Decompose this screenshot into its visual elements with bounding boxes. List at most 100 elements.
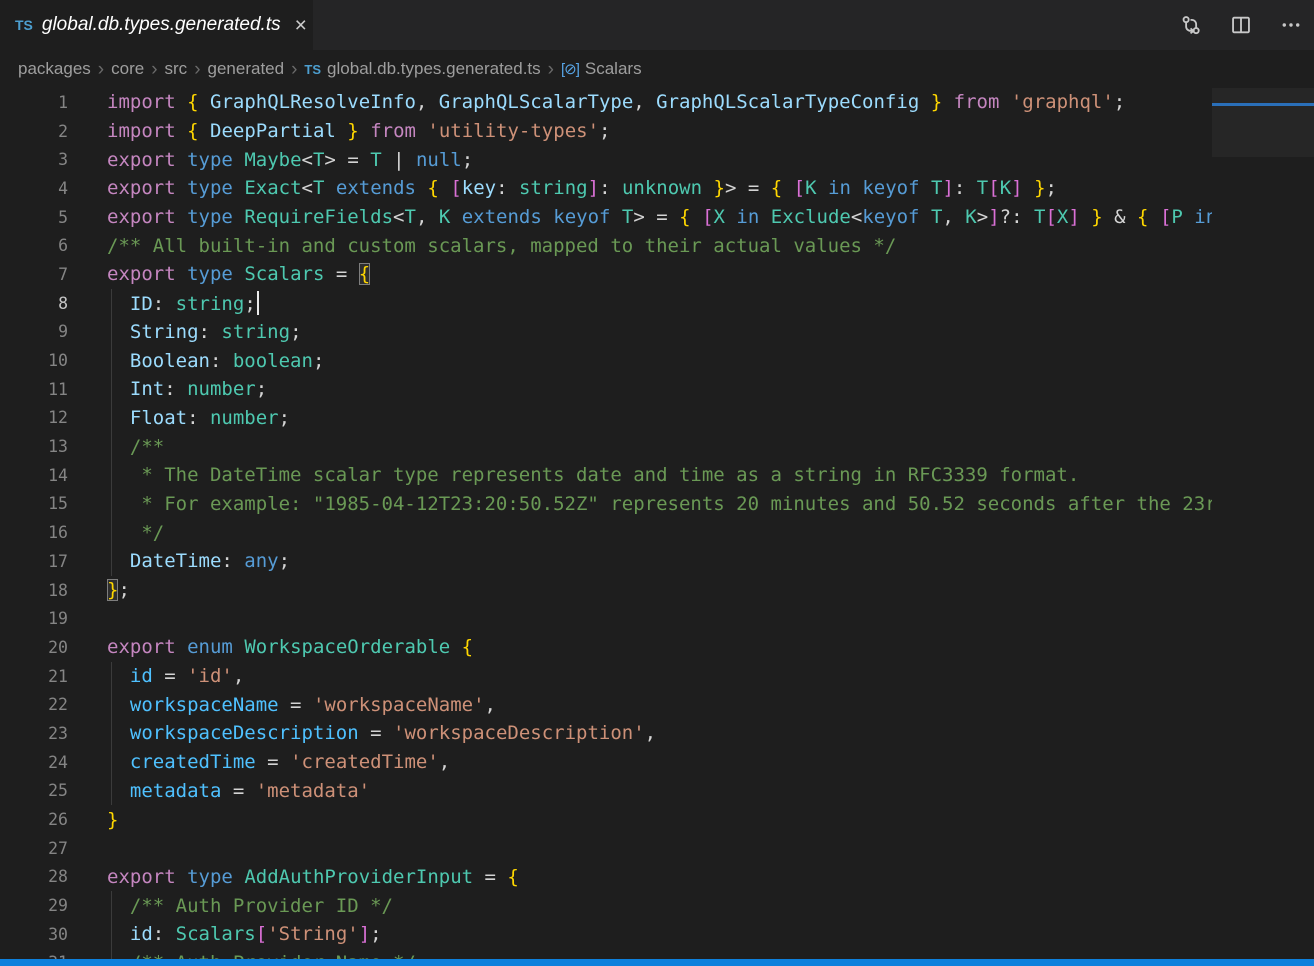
line-number[interactable]: 3 [0, 150, 68, 169]
minimap-line [1212, 119, 1314, 121]
code-line[interactable]: 5export type RequireFields<T, K extends … [0, 203, 1212, 232]
line-number[interactable]: 21 [0, 667, 68, 686]
code-line[interactable]: 2 import { DeepPartial } from 'utility-ty… [0, 117, 1212, 146]
line-number[interactable]: 20 [0, 638, 68, 657]
code-line[interactable]: 3export type Maybe<T> = T | null; [0, 145, 1212, 174]
line-number[interactable]: 11 [0, 380, 68, 399]
breadcrumb-item-global-db-types-generated-ts[interactable]: TSglobal.db.types.generated.ts [304, 59, 540, 79]
line-number[interactable]: 27 [0, 839, 68, 858]
more-actions-icon[interactable] [1280, 14, 1302, 36]
code-line[interactable]: 21 id = 'id', [0, 662, 1212, 691]
code-text: export type AddAuthProviderInput = { [107, 866, 519, 888]
code-line[interactable]: 1import { GraphQLResolveInfo, GraphQLSca… [0, 88, 1212, 117]
code-line[interactable]: 22 workspaceName = 'workspaceName', [0, 690, 1212, 719]
line-number[interactable]: 9 [0, 322, 68, 341]
breadcrumb-label: src [165, 59, 188, 78]
breadcrumb-item-packages[interactable]: packages [18, 59, 91, 79]
code-text: DateTime: any; [107, 550, 290, 572]
code-text: createdTime = 'createdTime', [107, 751, 450, 773]
close-icon[interactable]: × [295, 15, 307, 36]
breadcrumb-label: generated [208, 59, 285, 78]
line-number[interactable]: 26 [0, 810, 68, 829]
line-number[interactable]: 12 [0, 408, 68, 427]
line-number[interactable]: 8 [0, 294, 68, 313]
line-number[interactable]: 2 [0, 122, 68, 141]
code-line[interactable]: 23 workspaceDescription = 'workspaceDesc… [0, 719, 1212, 748]
indent-guide [111, 289, 112, 318]
code-line[interactable]: 8 ID: string; [0, 289, 1212, 318]
code-line[interactable]: 18}; [0, 576, 1212, 605]
code-line[interactable]: 30 id: Scalars['String']; [0, 920, 1212, 949]
minimap[interactable] [1212, 88, 1314, 959]
code-line[interactable]: 24 createdTime = 'createdTime', [0, 748, 1212, 777]
indent-guide [111, 318, 112, 347]
breadcrumb-item-core[interactable]: core [111, 59, 144, 79]
code-line[interactable]: 27 [0, 834, 1212, 863]
indent-guide [111, 949, 112, 959]
indent-guide [111, 690, 112, 719]
line-number[interactable]: 16 [0, 523, 68, 542]
breadcrumb-item-src[interactable]: src [165, 59, 188, 79]
breadcrumb-label: core [111, 59, 144, 78]
indent-guide [111, 432, 112, 461]
line-number[interactable]: 5 [0, 208, 68, 227]
code-line[interactable]: 28 export type AddAuthProviderInput = { [0, 863, 1212, 892]
line-number[interactable]: 22 [0, 695, 68, 714]
code-line[interactable]: 15 * For example: "1985-04-12T23:20:50.5… [0, 490, 1212, 519]
line-number[interactable]: 25 [0, 781, 68, 800]
code-line[interactable]: 25 metadata = 'metadata' [0, 777, 1212, 806]
tab-global-db-types-generated-ts[interactable]: TS global.db.types.generated.ts × [0, 0, 313, 50]
line-number[interactable]: 4 [0, 179, 68, 198]
code-line[interactable]: 31 /** Auth Provider Name */ [0, 949, 1212, 959]
code-line[interactable]: 11 Int: number; [0, 375, 1212, 404]
indent-guide [111, 662, 112, 691]
indent-guide [111, 375, 112, 404]
line-number[interactable]: 30 [0, 925, 68, 944]
code-line[interactable]: 16 */ [0, 518, 1212, 547]
indent-guide [111, 404, 112, 433]
code-text: import { DeepPartial } from 'utility-typ… [107, 120, 610, 142]
split-editor-icon[interactable] [1230, 14, 1252, 36]
code-text: Int: number; [107, 378, 267, 400]
code-line[interactable]: 20export enum WorkspaceOrderable { [0, 633, 1212, 662]
line-number[interactable]: 18 [0, 581, 68, 600]
line-number[interactable]: 10 [0, 351, 68, 370]
line-number[interactable]: 14 [0, 466, 68, 485]
code-line[interactable]: 29 /** Auth Provider ID */ [0, 891, 1212, 920]
code-text: } [107, 809, 118, 831]
code-line[interactable]: 14 * The DateTime scalar type represents… [0, 461, 1212, 490]
line-number[interactable]: 29 [0, 896, 68, 915]
code-line[interactable]: 7 export type Scalars = { [0, 260, 1212, 289]
minimap-line [1212, 506, 1314, 508]
code-line[interactable]: 19 [0, 604, 1212, 633]
code-editor[interactable]: 1import { GraphQLResolveInfo, GraphQLSca… [0, 88, 1212, 959]
line-number[interactable]: 1 [0, 93, 68, 112]
line-number[interactable]: 7 [0, 265, 68, 284]
code-line[interactable]: 4 export type Exact<T extends { [key: str… [0, 174, 1212, 203]
code-line[interactable]: 6 /** All built-in and custom scalars, ma… [0, 231, 1212, 260]
code-line[interactable]: 26} [0, 805, 1212, 834]
line-number[interactable]: 23 [0, 724, 68, 743]
code-line[interactable]: 17 DateTime: any; [0, 547, 1212, 576]
line-number[interactable]: 28 [0, 867, 68, 886]
code-text: workspaceDescription = 'workspaceDescrip… [107, 722, 656, 744]
breadcrumb-item-scalars[interactable]: [⊘]Scalars [561, 59, 642, 79]
line-number[interactable]: 24 [0, 753, 68, 772]
code-line[interactable]: 9 String: string; [0, 318, 1212, 347]
chevron-right-icon: › [291, 60, 297, 79]
line-number[interactable]: 6 [0, 236, 68, 255]
line-number[interactable]: 19 [0, 609, 68, 628]
line-number[interactable]: 17 [0, 552, 68, 571]
minimap-line [1212, 797, 1314, 799]
minimap-line [1212, 950, 1314, 952]
code-text: export type Exact<T extends { [key: stri… [107, 177, 1057, 199]
code-line[interactable]: 13 /** [0, 432, 1212, 461]
line-number[interactable]: 15 [0, 494, 68, 513]
code-text: /** All built-in and custom scalars, map… [107, 235, 896, 257]
open-changes-icon[interactable] [1180, 14, 1202, 36]
line-number[interactable]: 13 [0, 437, 68, 456]
code-line[interactable]: 10 Boolean: boolean; [0, 346, 1212, 375]
code-line[interactable]: 12 Float: number; [0, 404, 1212, 433]
breadcrumb-item-generated[interactable]: generated [208, 59, 285, 79]
code-text: export type Scalars = { [107, 263, 370, 285]
